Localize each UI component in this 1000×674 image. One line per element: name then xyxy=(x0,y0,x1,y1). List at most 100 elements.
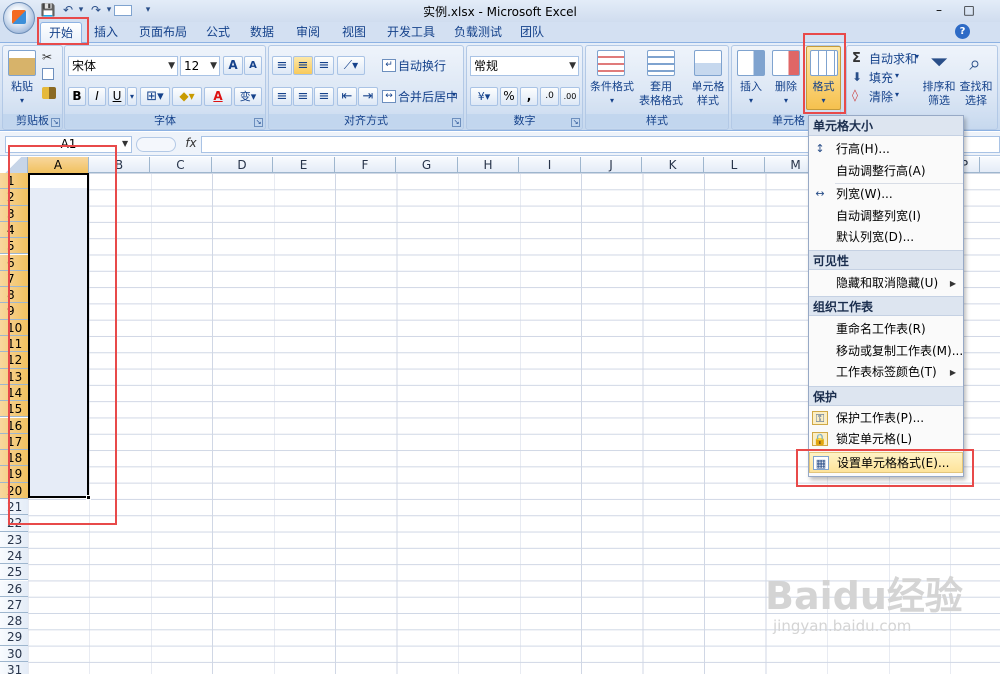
tab-review[interactable]: 审阅 xyxy=(288,22,328,43)
format-painter-icon[interactable] xyxy=(42,87,56,99)
format-as-table-icon[interactable] xyxy=(647,50,675,76)
tab-developer[interactable]: 开发工具 xyxy=(379,22,443,43)
shrink-font-button[interactable]: A xyxy=(244,56,262,75)
increase-decimal-button[interactable]: .0 xyxy=(540,87,559,106)
fill-button[interactable]: 填充 xyxy=(869,69,893,86)
insert-function-icon[interactable]: fx xyxy=(183,136,199,153)
font-size-combo[interactable]: 12 ▼ xyxy=(180,56,220,76)
row-header-27[interactable]: 27 xyxy=(0,596,28,614)
paste-button-label[interactable]: 粘贴 xyxy=(6,80,38,94)
bold-button[interactable]: B xyxy=(68,87,86,106)
font-launcher-icon[interactable]: ↘ xyxy=(254,118,263,127)
column-header-g[interactable]: G xyxy=(396,157,458,173)
number-format-combo[interactable]: 常规 ▼ xyxy=(470,56,579,76)
minimize-button[interactable]: – xyxy=(928,1,950,19)
cell-styles-label[interactable]: 单元格 xyxy=(686,80,730,94)
alignment-launcher-icon[interactable]: ↘ xyxy=(452,118,461,127)
tab-data[interactable]: 数据 xyxy=(242,22,282,43)
conditional-format-icon[interactable] xyxy=(597,50,625,76)
merge-center-icon[interactable]: ↔ xyxy=(382,90,396,103)
row-header-23[interactable]: 23 xyxy=(0,531,28,548)
sort-filter-button[interactable]: 筛选 xyxy=(922,94,956,108)
format-as-table-label[interactable]: 套用 xyxy=(640,80,682,94)
number-launcher-icon[interactable]: ↘ xyxy=(571,118,580,127)
cut-icon[interactable]: ✂ xyxy=(42,50,56,64)
orientation-icon[interactable]: ⟋▾ xyxy=(337,56,365,75)
align-middle-icon[interactable]: ≡ xyxy=(293,56,313,75)
copy-icon[interactable] xyxy=(42,68,54,80)
insert-dropdown-icon[interactable]: ▾ xyxy=(733,94,769,108)
merge-dropdown-icon[interactable]: ▾ xyxy=(452,90,456,99)
clear-icon[interactable]: ◊ xyxy=(852,88,858,102)
tab-view[interactable]: 视图 xyxy=(334,22,374,43)
row-header-29[interactable]: 29 xyxy=(0,629,28,646)
menu-item-autofit-col[interactable]: 自动调整列宽(I) xyxy=(809,206,963,227)
cell-styles-button[interactable]: 样式 xyxy=(686,94,730,108)
clear-button[interactable]: 清除 xyxy=(869,88,893,105)
row-header-26[interactable]: 26 xyxy=(0,580,28,597)
align-left-icon[interactable]: ≡ xyxy=(272,87,292,106)
font-color-button[interactable]: A xyxy=(204,87,232,106)
format-as-table-button[interactable]: 表格格式 xyxy=(634,94,688,108)
merge-center-button[interactable]: 合并后居中 xyxy=(398,88,458,106)
underline-button[interactable]: U xyxy=(108,87,126,106)
row-header-24[interactable]: 24 xyxy=(0,547,28,565)
column-header-k[interactable]: K xyxy=(642,157,704,173)
percent-button[interactable]: % xyxy=(500,87,518,106)
menu-item-lock-cell[interactable]: 🔒 锁定单元格(L) xyxy=(809,429,963,450)
maximize-button[interactable]: □ xyxy=(958,1,980,19)
menu-item-autofit-row[interactable]: 自动调整行高(A) xyxy=(809,161,963,182)
menu-item-default-width[interactable]: 默认列宽(D)... xyxy=(809,227,963,248)
sort-filter-label[interactable]: 排序和 xyxy=(922,80,956,94)
align-bottom-icon[interactable]: ≡ xyxy=(314,56,334,75)
fill-color-button[interactable]: ◆▾ xyxy=(172,87,202,106)
tab-team[interactable]: 团队 xyxy=(512,22,552,43)
column-header-e[interactable]: E xyxy=(273,157,335,173)
column-header-d[interactable]: D xyxy=(212,157,273,173)
align-center-icon[interactable]: ≡ xyxy=(293,87,313,106)
column-header-f[interactable]: F xyxy=(335,157,396,173)
conditional-format-dropdown-icon[interactable]: ▾ xyxy=(589,94,635,108)
conditional-format-button[interactable]: 条件格式 xyxy=(589,80,635,94)
autosum-button[interactable]: 自动求和 xyxy=(869,50,917,67)
menu-item-tab-color[interactable]: 工作表标签颜色(T) ▶ xyxy=(809,362,963,383)
tab-formulas[interactable]: 公式 xyxy=(198,22,238,43)
fill-icon[interactable]: ⬇ xyxy=(852,70,862,84)
autosum-dropdown-icon[interactable]: ▾ xyxy=(915,52,919,61)
cell-styles-icon[interactable] xyxy=(694,50,722,76)
align-top-icon[interactable]: ≡ xyxy=(272,56,292,75)
find-select-button[interactable]: 选择 xyxy=(958,94,994,108)
autosum-icon[interactable]: Σ xyxy=(852,51,861,66)
row-header-31[interactable]: 31 xyxy=(0,662,28,674)
underline-dropdown-icon[interactable]: ▾ xyxy=(127,87,137,106)
column-header-j[interactable]: J xyxy=(581,157,642,173)
column-header-h[interactable]: H xyxy=(458,157,519,173)
sort-filter-icon[interactable]: ⏷ xyxy=(926,50,952,76)
delete-cells-button[interactable]: 删除 xyxy=(768,80,804,94)
italic-button[interactable]: I xyxy=(88,87,106,106)
decrease-indent-icon[interactable]: ⇤ xyxy=(337,87,357,106)
wrap-text-button[interactable]: 自动换行 xyxy=(398,57,446,75)
insert-cells-icon[interactable] xyxy=(737,50,765,76)
menu-item-col-width[interactable]: ↔ 列宽(W)... xyxy=(809,184,963,205)
row-header-25[interactable]: 25 xyxy=(0,564,28,581)
column-header-i[interactable]: I xyxy=(519,157,581,173)
align-right-icon[interactable]: ≡ xyxy=(314,87,334,106)
menu-item-row-height[interactable]: ↕ 行高(H)... xyxy=(809,139,963,160)
paste-dropdown-icon[interactable]: ▾ xyxy=(6,94,38,108)
row-header-28[interactable]: 28 xyxy=(0,613,28,630)
menu-item-protect-sheet[interactable]: ⚿ 保护工作表(P)... xyxy=(809,408,963,429)
grow-font-button[interactable]: A xyxy=(223,56,243,75)
menu-item-hide-unhide[interactable]: 隐藏和取消隐藏(U) ▶ xyxy=(809,273,963,294)
accounting-format-icon[interactable]: ¥▾ xyxy=(470,87,498,106)
tab-load-test[interactable]: 负载测试 xyxy=(446,22,510,43)
office-button[interactable] xyxy=(3,2,35,34)
find-select-label[interactable]: 查找和 xyxy=(958,80,994,94)
menu-item-rename-sheet[interactable]: 重命名工作表(R) xyxy=(809,319,963,340)
clear-dropdown-icon[interactable]: ▾ xyxy=(895,90,899,99)
tab-page-layout[interactable]: 页面布局 xyxy=(131,22,195,43)
delete-cells-icon[interactable] xyxy=(772,50,800,76)
paste-icon[interactable] xyxy=(8,50,36,76)
column-header-c[interactable]: C xyxy=(150,157,212,173)
row-header-30[interactable]: 30 xyxy=(0,645,28,662)
